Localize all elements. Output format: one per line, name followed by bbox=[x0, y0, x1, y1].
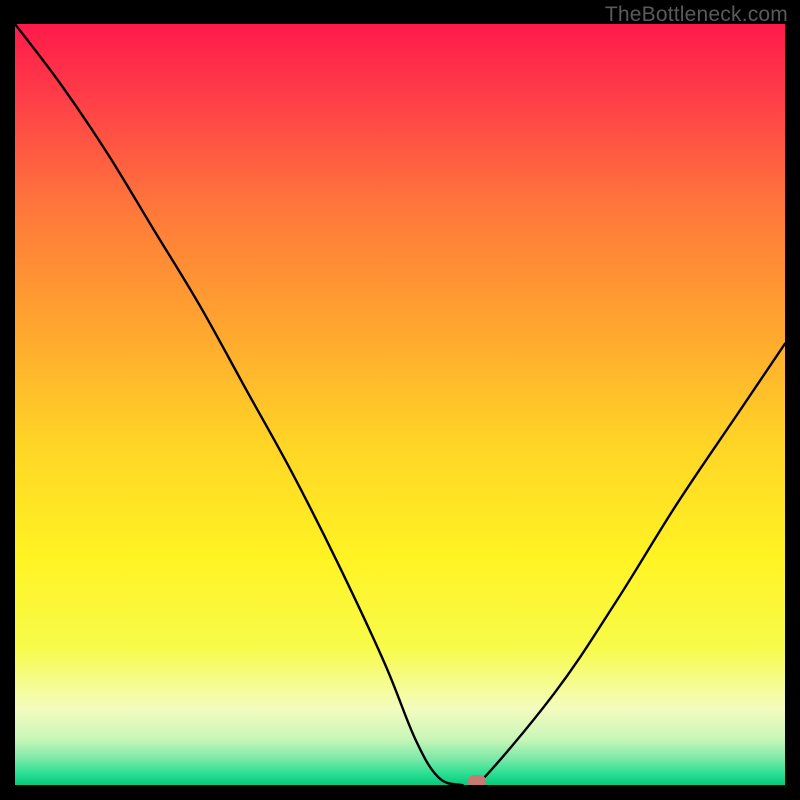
watermark-text: TheBottleneck.com bbox=[605, 3, 788, 27]
gradient-background bbox=[15, 24, 785, 785]
chart-frame: TheBottleneck.com bbox=[0, 0, 800, 800]
optimal-marker bbox=[468, 775, 486, 785]
plot-area bbox=[15, 24, 785, 785]
plot-svg bbox=[15, 24, 785, 785]
